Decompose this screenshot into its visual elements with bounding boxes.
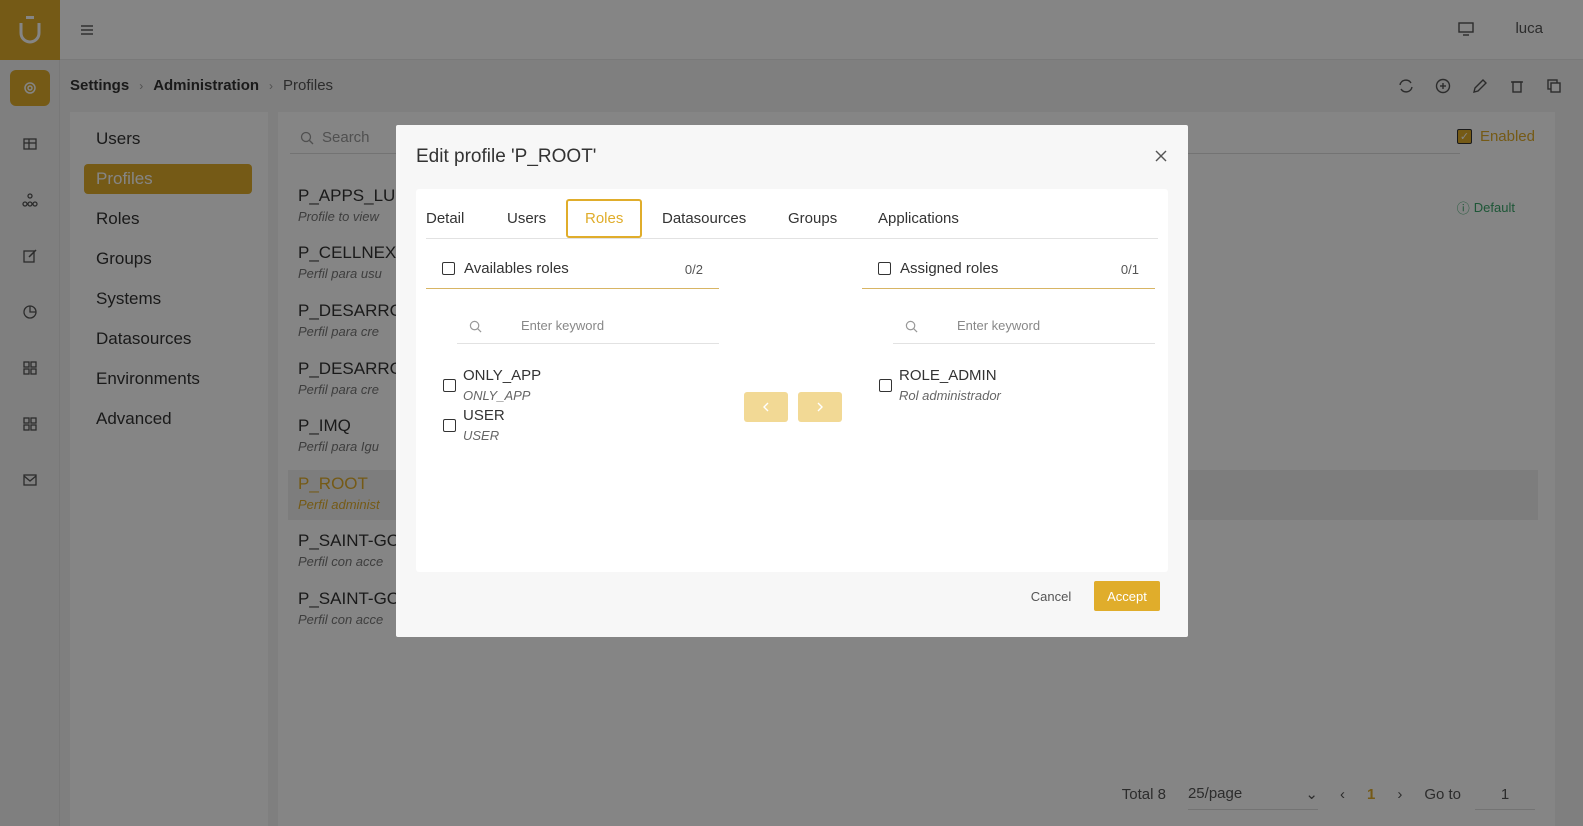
dialog-panel: Detail Users Roles Datasources Groups Ap…: [416, 189, 1168, 572]
role-name: ONLY_APP: [463, 367, 542, 384]
move-right-button[interactable]: [798, 392, 842, 422]
role-desc: Rol administrador: [899, 388, 1001, 403]
available-search-input[interactable]: [521, 314, 711, 336]
accept-button[interactable]: Accept: [1094, 581, 1160, 611]
dialog-title: Edit profile 'P_ROOT': [416, 146, 597, 167]
role-desc: ONLY_APP: [463, 388, 531, 403]
tab-users[interactable]: Users: [507, 199, 546, 238]
move-left-button[interactable]: [744, 392, 788, 422]
available-select-all-checkbox[interactable]: [442, 262, 455, 275]
role-name: ROLE_ADMIN: [899, 367, 997, 384]
assigned-roles-title: Assigned roles: [900, 260, 999, 277]
role-checkbox[interactable]: [443, 419, 456, 432]
available-roles-title: Availables roles: [464, 260, 569, 277]
role-desc: USER: [463, 428, 500, 443]
role-checkbox[interactable]: [879, 379, 892, 392]
assigned-roles-count: 0/1: [1120, 262, 1139, 277]
dialog-tabs: Detail Users Roles Datasources Groups Ap…: [426, 199, 1158, 239]
list-item[interactable]: ONLY_APP ONLY_APP: [443, 367, 643, 407]
cancel-button[interactable]: Cancel: [1016, 581, 1086, 611]
assigned-search: [893, 306, 1155, 344]
list-item[interactable]: USER USER: [443, 407, 643, 447]
assigned-select-all-checkbox[interactable]: [878, 262, 891, 275]
assigned-search-input[interactable]: [957, 314, 1147, 336]
tab-roles[interactable]: Roles: [566, 199, 643, 238]
tab-datasources[interactable]: Datasources: [662, 199, 746, 238]
close-icon[interactable]: [1154, 149, 1168, 163]
edit-profile-dialog: Edit profile 'P_ROOT' Detail Users Roles…: [396, 125, 1188, 637]
available-roles-count: 0/2: [684, 262, 703, 277]
tab-groups[interactable]: Groups: [788, 199, 837, 238]
chevron-right-icon: [817, 402, 823, 412]
assigned-roles-header: Assigned roles 0/1: [862, 249, 1155, 289]
search-icon: [905, 320, 918, 333]
list-item[interactable]: ROLE_ADMIN Rol administrador: [879, 367, 1119, 407]
tab-detail[interactable]: Detail: [426, 199, 464, 238]
search-icon: [469, 320, 482, 333]
available-search: [457, 306, 719, 344]
tab-applications[interactable]: Applications: [878, 199, 959, 238]
available-roles-header: Availables roles 0/2: [426, 249, 719, 289]
chevron-left-icon: [763, 402, 769, 412]
role-checkbox[interactable]: [443, 379, 456, 392]
role-name: USER: [463, 407, 505, 424]
